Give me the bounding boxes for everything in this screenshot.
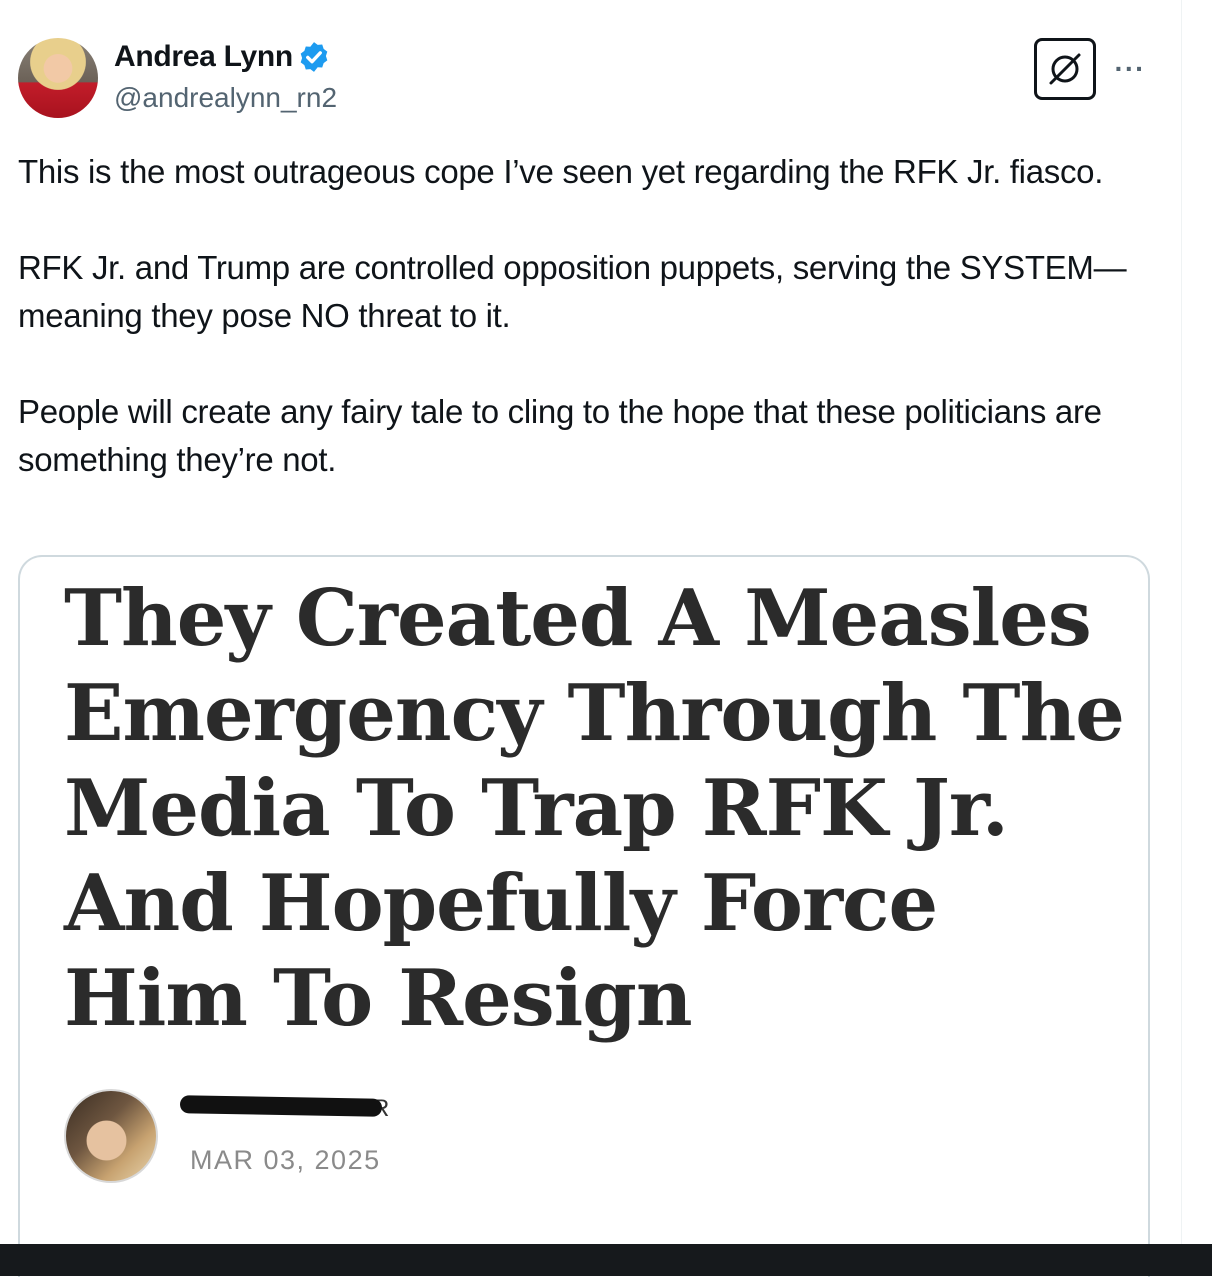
tweet-paragraph: RFK Jr. and Trump are controlled opposit… [18, 249, 1127, 334]
author-handle[interactable]: @andrealynn_rn2 [114, 82, 337, 114]
author-avatar[interactable] [18, 38, 98, 118]
more-options-button[interactable]: ··· [1108, 53, 1152, 84]
tweet-paragraph: This is the most outrageous cope I’ve se… [18, 153, 1104, 190]
author-display-name[interactable]: Andrea Lynn [114, 40, 293, 74]
article-author-avatar [64, 1089, 158, 1183]
article-headline: They Created A Measles Emergency Through… [64, 573, 1125, 1044]
verified-badge-icon [300, 42, 328, 72]
author-name-row: Andrea Lynn [114, 40, 331, 74]
embedded-article-image[interactable]: They Created A Measles Emergency Through… [18, 555, 1150, 1277]
article-date: MAR 03, 2025 [190, 1145, 381, 1175]
tweet-text: This is the most outrageous cope I’ve se… [18, 148, 1168, 532]
tweet-paragraph: People will create any fairy tale to cli… [18, 393, 1102, 478]
slashed-circle-icon [1049, 53, 1081, 85]
grok-button[interactable] [1034, 38, 1096, 100]
column-divider [1181, 0, 1182, 1244]
bottom-bar [0, 1244, 1212, 1276]
redaction-scribble [179, 1095, 383, 1117]
